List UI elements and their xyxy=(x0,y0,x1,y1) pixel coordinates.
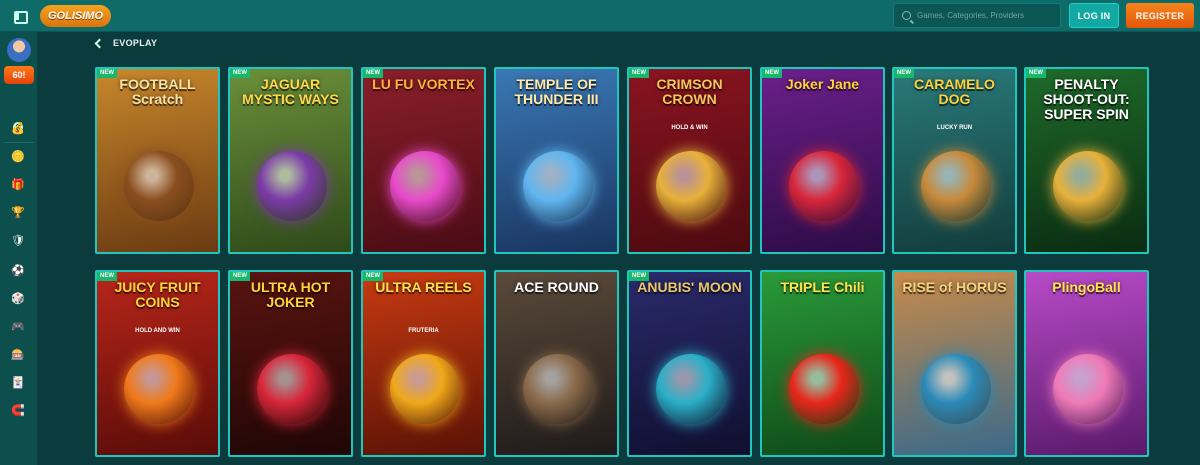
game-title: ULTRA REELS xyxy=(375,279,472,295)
game-title: ANUBIS' MOON xyxy=(637,279,742,295)
sidebar-toggle-icon[interactable] xyxy=(12,8,28,24)
game-title: FOOTBALL Scratch xyxy=(119,76,196,107)
game-title: PlingoBall xyxy=(1052,279,1121,295)
sidebar-divider xyxy=(4,142,34,143)
game-tile[interactable]: TEMPLE OF THUNDER III xyxy=(494,67,619,254)
game-tile[interactable]: ANUBIS' MOON NEW xyxy=(627,270,752,457)
shield-icon[interactable]: 🛡 xyxy=(8,230,28,250)
game-tile[interactable]: RISE of HORUS xyxy=(892,270,1017,457)
game-title: CARAMELO DOG xyxy=(914,76,995,107)
register-button[interactable]: REGISTER xyxy=(1126,3,1194,28)
game-tile[interactable]: PlingoBall xyxy=(1024,270,1149,457)
game-artwork xyxy=(921,151,991,221)
game-artwork xyxy=(257,151,327,221)
game-tile[interactable]: PENALTY SHOOT-OUT: SUPER SPIN NEW xyxy=(1024,67,1149,254)
new-badge: NEW xyxy=(97,69,117,78)
game-tile[interactable]: CRIMSON CROWN HOLD & WIN NEW xyxy=(627,67,752,254)
game-artwork xyxy=(390,151,460,221)
promo-avatar xyxy=(7,38,31,62)
game-artwork xyxy=(921,354,991,424)
game-title: TEMPLE OF THUNDER III xyxy=(514,76,599,107)
game-artwork xyxy=(656,354,726,424)
game-title: CRIMSON CROWN xyxy=(656,76,723,107)
game-title: JUICY FRUIT COINS xyxy=(114,279,201,310)
new-badge: NEW xyxy=(230,69,250,78)
game-artwork xyxy=(523,151,593,221)
new-badge: NEW xyxy=(363,272,383,281)
search-box[interactable] xyxy=(893,3,1061,28)
game-artwork xyxy=(257,354,327,424)
game-subtitle: FRUTERIA xyxy=(408,328,439,334)
game-artwork xyxy=(523,354,593,424)
search-input[interactable] xyxy=(917,11,1057,20)
logo[interactable]: GOLISIMO xyxy=(40,5,111,27)
slot-machine-icon[interactable]: 🎰 xyxy=(8,344,28,364)
game-tile[interactable]: JAGUAR MYSTIC WAYS NEW xyxy=(228,67,353,254)
trophy-icon[interactable]: 🏆 xyxy=(8,202,28,222)
new-badge: NEW xyxy=(629,272,649,281)
new-badge: NEW xyxy=(97,272,117,281)
new-badge: NEW xyxy=(629,69,649,78)
new-badge: NEW xyxy=(363,69,383,78)
live-casino-icon[interactable]: 🎲 xyxy=(8,288,28,308)
promo-widget[interactable]: 60! xyxy=(4,38,34,92)
game-tile[interactable]: JUICY FRUIT COINS HOLD AND WIN NEW xyxy=(95,270,220,457)
game-grid: FOOTBALL Scratch NEW JAGUAR MYSTIC WAYS NEW… xyxy=(95,67,1151,459)
game-title: PENALTY SHOOT-OUT: SUPER SPIN xyxy=(1043,76,1130,122)
soccer-ball-icon[interactable]: ⚽ xyxy=(8,260,28,280)
game-tile[interactable]: TRIPLE Chili xyxy=(760,270,885,457)
game-artwork xyxy=(1053,354,1123,424)
game-tile[interactable]: CARAMELO DOG LUCKY RUN NEW xyxy=(892,67,1017,254)
game-artwork xyxy=(124,151,194,221)
promo-badge: 60! xyxy=(4,66,34,84)
game-tile[interactable]: LU FU VORTEX NEW xyxy=(361,67,486,254)
game-title: Joker Jane xyxy=(785,76,860,92)
breadcrumb: EVOPLAY xyxy=(94,38,158,48)
game-tile[interactable]: Joker Jane NEW xyxy=(760,67,885,254)
gamepad-icon[interactable]: 🎮 xyxy=(8,316,28,336)
game-subtitle: HOLD AND WIN xyxy=(135,328,180,334)
game-tile[interactable]: ULTRA HOT JOKER NEW xyxy=(228,270,353,457)
search-icon xyxy=(902,11,911,20)
game-subtitle: LUCKY RUN xyxy=(936,125,973,131)
game-title: ULTRA HOT JOKER xyxy=(250,279,331,310)
game-artwork xyxy=(1053,151,1123,221)
game-title: TRIPLE Chili xyxy=(780,279,865,295)
game-artwork xyxy=(656,151,726,221)
game-title: LU FU VORTEX xyxy=(372,76,475,92)
cards-icon[interactable]: 🃏 xyxy=(8,372,28,392)
game-artwork xyxy=(789,151,859,221)
top-bar: GOLISIMO LOG IN REGISTER xyxy=(0,0,1200,32)
new-badge: NEW xyxy=(762,69,782,78)
horseshoe-icon[interactable]: 🧲 xyxy=(8,400,28,420)
game-title: RISE of HORUS xyxy=(902,279,1007,295)
game-tile[interactable]: ULTRA REELS FRUTERIA NEW xyxy=(361,270,486,457)
provider-title: EVOPLAY xyxy=(113,38,158,48)
game-tile[interactable]: ACE ROUND xyxy=(494,270,619,457)
game-subtitle: HOLD & WIN xyxy=(671,125,708,131)
game-artwork xyxy=(789,354,859,424)
game-title: ACE ROUND xyxy=(514,279,599,295)
game-artwork xyxy=(124,354,194,424)
game-artwork xyxy=(390,354,460,424)
game-tile[interactable]: FOOTBALL Scratch NEW xyxy=(95,67,220,254)
new-badge: NEW xyxy=(894,69,914,78)
new-badge: NEW xyxy=(1026,69,1046,78)
game-title: JAGUAR MYSTIC WAYS xyxy=(242,76,339,107)
sidebar: 60! ? 💰 🪙 🎁 🏆 🛡 ⚽ 🎲 🎮 🎰 🃏 🧲 xyxy=(0,32,38,465)
money-bag-icon[interactable]: 💰 xyxy=(8,118,28,138)
gift-icon[interactable]: 🎁 xyxy=(8,174,28,194)
coin-icon[interactable]: 🪙 xyxy=(8,146,28,166)
login-button[interactable]: LOG IN xyxy=(1069,3,1119,28)
new-badge: NEW xyxy=(230,272,250,281)
back-chevron-icon[interactable] xyxy=(94,38,105,48)
